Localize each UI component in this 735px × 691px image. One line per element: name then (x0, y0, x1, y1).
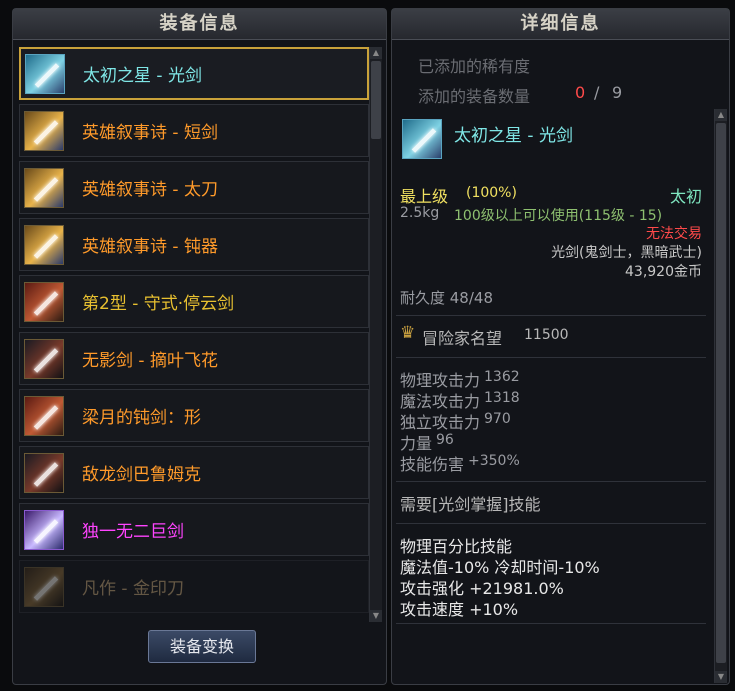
equipment-item-name: 英雄叙事诗 - 太刀 (82, 180, 218, 200)
katana-icon (24, 167, 64, 208)
divider (396, 523, 706, 524)
item-price: 43,920金币 (625, 264, 702, 280)
stat-value: 96 (436, 432, 454, 448)
detail-scroll-thumb[interactable] (716, 123, 726, 663)
rarity-label: 已添加的稀有度 (418, 57, 531, 76)
equipment-item-name: 第2型 - 守式·停云剑 (82, 294, 235, 314)
equipment-info-panel: 装备信息 太初之星 - 光剑 英雄叙事诗 - 短剑 英雄叙事诗 - 太刀 英雄叙事诗 … (12, 8, 387, 685)
stat-value: 1362 (484, 369, 520, 385)
item-durability: 耐久度 48/48 (400, 289, 493, 307)
panel-title-detail-info: 详细信息 (392, 9, 729, 40)
item-detail-tooltip: 太初之星 - 光剑 最上级 (100%) 太初 2.5kg 100级以上可以使用… (396, 109, 706, 676)
panel-title-equipment-info: 装备信息 (13, 9, 386, 40)
equipment-list-item[interactable]: 梁月的钝剑：形 (19, 389, 369, 442)
item-grade: 最上级 (400, 187, 449, 206)
equipment-list-item[interactable]: 敌龙剑巴鲁姆克 (19, 446, 369, 499)
light-sword-icon (402, 119, 442, 159)
detail-info-panel: 详细信息 已添加的稀有度 添加的装备数量 0 / 9 ▲ ▼ 太初之星 - 光剑… (391, 8, 730, 685)
shadow-sword-icon (24, 338, 64, 379)
item-rarity: 太初 (669, 187, 702, 206)
light-sword-icon (25, 53, 65, 94)
equipment-list-item[interactable]: 英雄叙事诗 - 太刀 (19, 161, 369, 214)
item-detail-name: 太初之星 - 光剑 (454, 126, 573, 146)
equipment-item-name: 梁月的钝剑：形 (82, 408, 201, 428)
short-sword-icon (24, 110, 64, 151)
equipment-item-name: 无影剑 - 摘叶飞花 (82, 351, 218, 371)
equipment-list-item[interactable]: 英雄叙事诗 - 短剑 (19, 104, 369, 157)
stat-label: 技能伤害 (400, 455, 465, 474)
scroll-down-icon[interactable]: ▼ (370, 610, 382, 622)
blade-icon (24, 566, 64, 607)
detail-scrollbar[interactable]: ▲ ▼ (714, 109, 727, 683)
item-type: 光剑(鬼剑士，黑暗武士) (551, 245, 702, 261)
item-grade-percent: (100%) (466, 185, 517, 201)
equipment-item-name: 独一无二巨剑 (82, 522, 184, 542)
scroll-thumb[interactable] (371, 61, 381, 139)
equipment-list-item[interactable]: 太初之星 - 光剑 (19, 47, 369, 100)
equipment-list: 太初之星 - 光剑 英雄叙事诗 - 短剑 英雄叙事诗 - 太刀 英雄叙事诗 - 钝器第… (19, 47, 369, 627)
detail-scroll-up-icon[interactable]: ▲ (715, 109, 727, 121)
equipment-swap-button[interactable]: 装备变换 (148, 630, 256, 663)
equipment-list-item[interactable]: 无影剑 - 摘叶飞花 (19, 332, 369, 385)
equip-count-label: 添加的装备数量 (418, 87, 531, 106)
fame-value: 11500 (524, 327, 569, 343)
divider (396, 623, 706, 624)
detail-scroll-down-icon[interactable]: ▼ (715, 671, 727, 683)
fame-icon: ♛ (400, 323, 416, 343)
effect-line: 攻击速度 +10% (400, 600, 519, 619)
stat-value: 970 (484, 411, 511, 427)
divider (396, 315, 706, 316)
equipment-list-item[interactable]: 英雄叙事诗 - 钝器 (19, 218, 369, 271)
item-level-requirement: 100级以上可以使用(115级 - 15) (454, 208, 663, 224)
stat-value: +350% (468, 453, 520, 469)
rarity-summary: 已添加的稀有度 添加的装备数量 0 / 9 (400, 45, 719, 107)
equipment-list-item[interactable]: 第2型 - 守式·停云剑 (19, 275, 369, 328)
equip-count-max: 9 (612, 83, 623, 102)
sword-icon (24, 281, 64, 322)
dragon-sword-icon (24, 452, 64, 493)
blunt-weapon-icon (24, 224, 64, 265)
equip-count-sep: / (594, 83, 600, 102)
equipment-item-name: 太初之星 - 光剑 (83, 66, 202, 86)
skill-requirement: 需要[光剑掌握]技能 (400, 495, 541, 514)
stat-value: 1318 (484, 390, 520, 406)
blunt-sword-icon (24, 395, 64, 436)
equipment-list-item[interactable]: 凡作 - 金印刀 (19, 560, 369, 613)
equipment-item-name: 英雄叙事诗 - 钝器 (82, 237, 218, 257)
fame-label: 冒险家名望 (422, 329, 503, 348)
equip-count-current: 0 (575, 83, 586, 102)
equipment-list-scrollbar[interactable]: ▲ ▼ (369, 47, 382, 622)
item-trade-status: 无法交易 (646, 226, 702, 242)
equipment-item-name: 凡作 - 金印刀 (82, 579, 184, 599)
item-weight: 2.5kg (400, 205, 440, 221)
greatsword-icon (24, 509, 64, 550)
equipment-item-name: 英雄叙事诗 - 短剑 (82, 123, 218, 143)
scroll-up-icon[interactable]: ▲ (370, 47, 382, 59)
divider (396, 481, 706, 482)
equipment-item-name: 敌龙剑巴鲁姆克 (82, 465, 201, 485)
equipment-list-item[interactable]: 独一无二巨剑 (19, 503, 369, 556)
divider (396, 357, 706, 358)
